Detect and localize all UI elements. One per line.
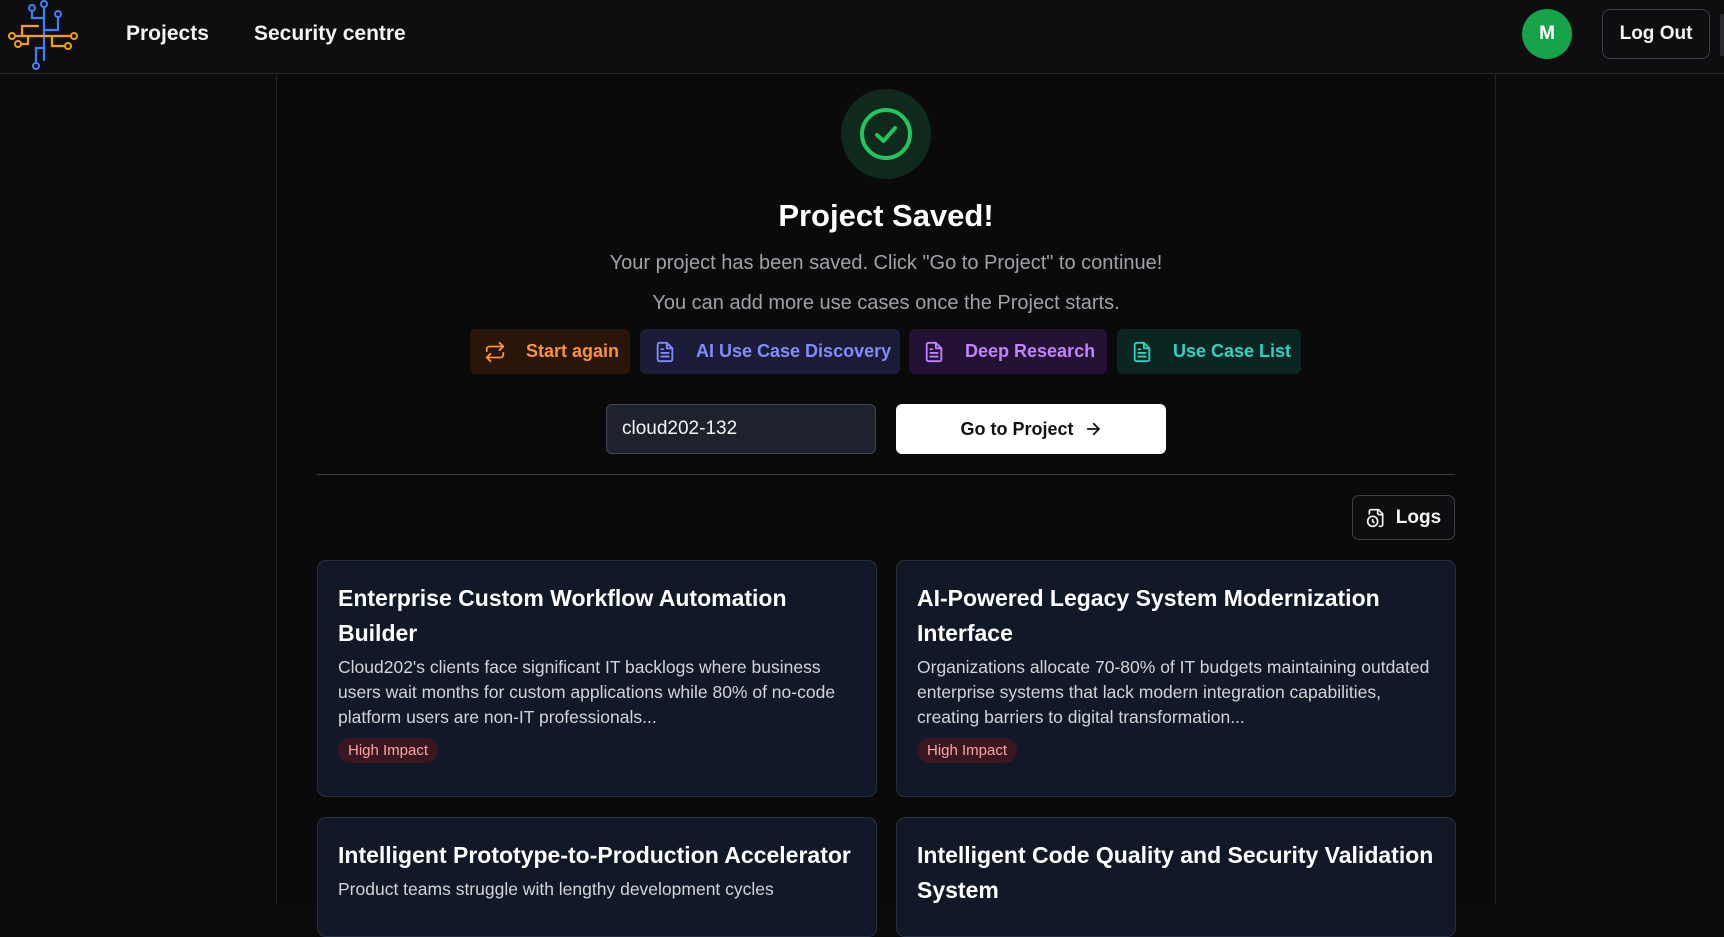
nav-security-centre-link[interactable]: Security centre: [254, 20, 406, 48]
start-again-label: Start again: [526, 341, 620, 361]
impact-badge: High Impact: [338, 738, 439, 763]
saved-message: Your project has been saved. Click "Go t…: [609, 252, 1163, 274]
project-name-input[interactable]: [606, 404, 876, 454]
file-clock-icon: [1366, 508, 1384, 527]
use-case-description: Organizations allocate 70-80% of IT budg…: [917, 657, 1430, 727]
section-divider: [317, 474, 1455, 475]
success-check-icon: [841, 89, 931, 179]
deep-research-label: Deep Research: [965, 341, 1096, 361]
use-case-list-button[interactable]: Use Case List: [1117, 329, 1301, 374]
go-to-project-button[interactable]: Go to Project: [896, 404, 1166, 454]
use-case-card[interactable]: Intelligent Prototype-to-Production Acce…: [317, 817, 877, 937]
use-case-title: AI-Powered Legacy System Modernization I…: [917, 585, 1380, 646]
use-case-title: Intelligent Code Quality and Security Va…: [917, 842, 1434, 903]
truncated-edge-element: [1720, 14, 1724, 56]
user-avatar[interactable]: M: [1522, 9, 1572, 59]
go-to-project-label: Go to Project: [960, 418, 1074, 439]
logs-button[interactable]: Logs: [1352, 495, 1455, 540]
use-case-description: Cloud202's clients face significant IT b…: [338, 657, 836, 727]
start-again-button[interactable]: Start again: [470, 329, 630, 374]
document-icon: [925, 341, 943, 362]
deep-research-button[interactable]: Deep Research: [909, 329, 1107, 374]
document-icon: [1133, 341, 1151, 362]
use-cases-note: You can add more use cases once the Proj…: [652, 292, 1120, 314]
nav-projects-link[interactable]: Projects: [126, 20, 209, 48]
app-logo-icon[interactable]: [8, 0, 84, 72]
logs-label: Logs: [1395, 506, 1442, 528]
top-navigation-bar: Projects Security centre M Log Out: [0, 0, 1724, 74]
ai-use-case-discovery-button[interactable]: AI Use Case Discovery: [640, 329, 900, 374]
repeat-icon: [485, 341, 505, 362]
use-case-card[interactable]: Intelligent Code Quality and Security Va…: [896, 817, 1456, 937]
use-case-description: Product teams struggle with lengthy deve…: [338, 879, 774, 899]
use-case-card[interactable]: AI-Powered Legacy System Modernization I…: [896, 560, 1456, 797]
use-case-list-label: Use Case List: [1173, 341, 1292, 361]
use-case-title: Intelligent Prototype-to-Production Acce…: [338, 842, 851, 868]
document-icon: [656, 341, 674, 362]
use-case-title: Enterprise Custom Workflow Automation Bu…: [338, 585, 787, 646]
use-case-card[interactable]: Enterprise Custom Workflow Automation Bu…: [317, 560, 877, 797]
arrow-right-icon: [1086, 422, 1100, 436]
logout-button[interactable]: Log Out: [1602, 9, 1710, 59]
page-title: Project Saved!: [778, 198, 994, 233]
impact-badge: High Impact: [917, 738, 1018, 763]
ai-use-case-discovery-label: AI Use Case Discovery: [696, 341, 892, 361]
